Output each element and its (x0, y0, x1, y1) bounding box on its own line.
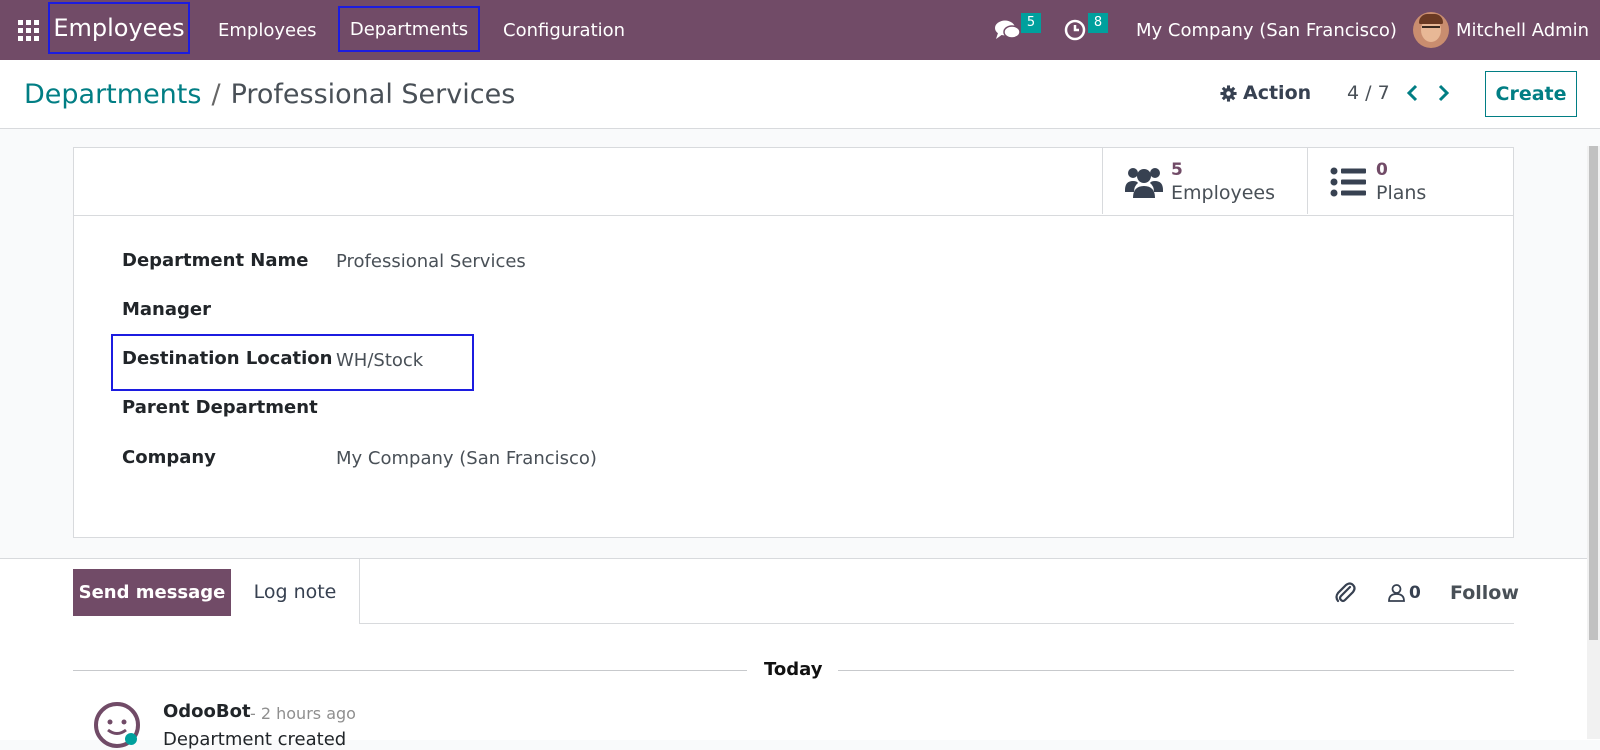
chevron-right-icon (1438, 84, 1450, 102)
message-body: Department created (163, 729, 347, 750)
pager-previous-button[interactable] (1402, 80, 1422, 106)
user-menu[interactable]: Mitchell Admin (1456, 0, 1589, 60)
scrollbar[interactable] (1587, 146, 1600, 739)
paperclip-icon (1335, 582, 1356, 603)
app-brand[interactable]: Employees (48, 2, 190, 54)
attachment-button[interactable] (1334, 581, 1356, 605)
menu-employees[interactable]: Employees (218, 0, 317, 60)
plans-stat-button[interactable]: 0 Plans (1307, 148, 1512, 214)
users-icon (1125, 168, 1163, 198)
scrollbar-thumb[interactable] (1589, 146, 1598, 640)
company-label: Company (122, 447, 216, 468)
date-divider-left (73, 670, 747, 671)
pager-value[interactable]: 4 / 7 (1347, 78, 1390, 108)
company-switcher[interactable]: My Company (San Francisco) (1136, 0, 1397, 60)
stat-button-box: 5 Employees 0 Plans (74, 148, 1513, 216)
top-navbar: Employees Employees Departments Configur… (0, 0, 1600, 60)
chatter-topbar-divider (359, 623, 1514, 624)
follow-button[interactable]: Follow (1450, 579, 1519, 607)
manager-label: Manager (122, 299, 211, 320)
destination-location-value[interactable]: WH/Stock (336, 350, 423, 371)
plans-stat-label: Plans (1376, 182, 1427, 204)
action-label: Action (1243, 82, 1312, 104)
breadcrumb: Departments / Professional Services (24, 60, 515, 128)
create-button[interactable]: Create (1485, 71, 1577, 117)
breadcrumb-separator: / (211, 78, 221, 110)
gear-icon (1220, 84, 1237, 102)
send-message-button[interactable]: Send message (73, 569, 231, 616)
employees-count: 5 (1171, 160, 1183, 180)
breadcrumb-current: Professional Services (230, 78, 516, 110)
form-sheet: 5 Employees 0 Plans Department Name Prof… (73, 147, 1514, 538)
log-note-button[interactable]: Log note (231, 559, 360, 624)
messages-badge: 5 (1021, 13, 1041, 33)
chevron-left-icon (1406, 84, 1418, 102)
menu-configuration[interactable]: Configuration (503, 0, 625, 60)
pager-next-button[interactable] (1434, 80, 1454, 106)
odoobot-avatar (94, 702, 140, 748)
user-avatar[interactable] (1413, 12, 1449, 48)
menu-departments[interactable]: Departments (338, 6, 480, 52)
user-icon (1388, 584, 1405, 602)
department-name-value[interactable]: Professional Services (336, 251, 526, 272)
chatter: Send message Log note 0 Follow Today Odo… (0, 558, 1600, 750)
message-time: - 2 hours ago (250, 704, 356, 723)
plans-count: 0 (1376, 160, 1388, 180)
app-menu-icon[interactable] (18, 20, 39, 41)
activities-badge: 8 (1088, 13, 1108, 33)
date-divider-right (838, 670, 1514, 671)
breadcrumb-departments[interactable]: Departments (24, 79, 201, 110)
list-icon (1330, 167, 1366, 197)
employees-stat-label: Employees (1171, 182, 1275, 204)
department-name-label: Department Name (122, 250, 309, 271)
parent-department-label: Parent Department (122, 397, 318, 418)
action-button[interactable]: Action (1220, 78, 1311, 108)
destination-location-label: Destination Location (122, 348, 333, 369)
employees-stat-button[interactable]: 5 Employees (1102, 148, 1307, 214)
clock-icon (1064, 19, 1086, 41)
date-separator: Today (764, 659, 823, 680)
chat-icon (995, 20, 1021, 39)
followers-count: 0 (1409, 583, 1421, 603)
activities-systray[interactable] (1064, 0, 1086, 60)
message-author[interactable]: OdooBot (163, 701, 251, 722)
messages-systray[interactable] (995, 0, 1021, 60)
followers-button[interactable]: 0 (1388, 579, 1421, 607)
company-value[interactable]: My Company (San Francisco) (336, 448, 597, 469)
